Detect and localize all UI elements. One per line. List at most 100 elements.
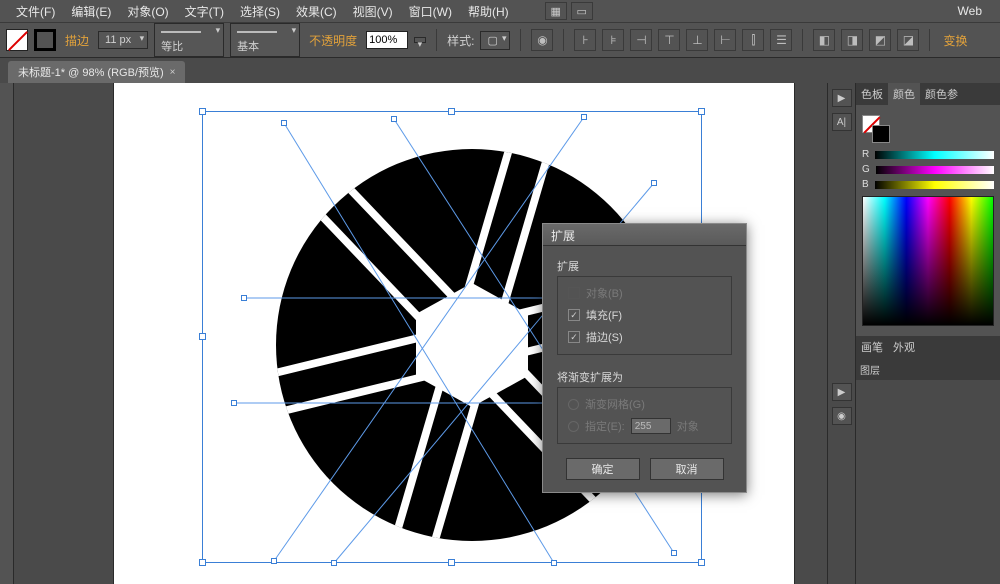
- stroke-width-dropdown[interactable]: 11 px: [98, 31, 148, 49]
- pathfinder-icon[interactable]: ◪: [897, 29, 919, 51]
- menu-bar: 文件(F) 编辑(E) 对象(O) 文字(T) 选择(S) 效果(C) 视图(V…: [0, 0, 1000, 22]
- transform-label[interactable]: 变换: [943, 32, 967, 49]
- resize-handle[interactable]: [448, 108, 455, 115]
- fill-swatch[interactable]: [6, 29, 28, 51]
- panel-tab-layers[interactable]: 图层: [860, 362, 880, 377]
- doc-icon[interactable]: ▭: [571, 2, 593, 20]
- opacity-label[interactable]: 不透明度: [309, 32, 357, 49]
- play-icon[interactable]: ▶: [832, 89, 852, 107]
- stroke-swatch[interactable]: [34, 29, 56, 51]
- anchor-point[interactable]: [651, 180, 657, 186]
- menu-edit[interactable]: 编辑(E): [63, 1, 119, 22]
- radio-mesh: 渐变网格(G): [568, 393, 721, 415]
- align-top-icon[interactable]: ⊤: [658, 29, 680, 51]
- anchor-point[interactable]: [581, 114, 587, 120]
- stroke-label[interactable]: 描边: [65, 32, 89, 49]
- menu-effect[interactable]: 效果(C): [288, 1, 345, 22]
- g-slider[interactable]: [876, 166, 994, 174]
- target-icon[interactable]: ◉: [832, 407, 852, 425]
- anchor-point[interactable]: [331, 560, 337, 566]
- separator: [563, 29, 564, 51]
- layout-icon[interactable]: ▦: [545, 2, 567, 20]
- anchor-point[interactable]: [231, 400, 237, 406]
- opacity-dropdown[interactable]: [414, 37, 426, 43]
- ok-button[interactable]: 确定: [566, 458, 640, 480]
- menu-object[interactable]: 对象(O): [119, 1, 176, 22]
- align-bottom-icon[interactable]: ⊢: [714, 29, 736, 51]
- menu-window[interactable]: 窗口(W): [401, 1, 460, 22]
- checkbox-fill[interactable]: ✓ 填充(F): [568, 304, 721, 326]
- color-spectrum[interactable]: [862, 196, 994, 326]
- cancel-button[interactable]: 取消: [650, 458, 724, 480]
- align-right-icon[interactable]: ⊣: [630, 29, 652, 51]
- radio-icon: [568, 399, 579, 410]
- pathfinder-icon[interactable]: ◩: [869, 29, 891, 51]
- canvas-area[interactable]: 扩展 扩展 对象(B) ✓ 填充(F) ✓: [14, 83, 827, 584]
- panel-tab-appearance[interactable]: 外观: [888, 336, 920, 358]
- checkbox-icon: [568, 287, 580, 299]
- tool-strip[interactable]: [0, 83, 14, 584]
- resize-handle[interactable]: [698, 108, 705, 115]
- radio-specify: 指定(E): 对象: [568, 415, 721, 437]
- separator: [929, 29, 930, 51]
- fg-bg-swatch[interactable]: [862, 115, 890, 143]
- document-tab[interactable]: 未标题-1* @ 98% (RGB/预览) ×: [8, 61, 185, 83]
- resize-handle[interactable]: [199, 108, 206, 115]
- panel-tab-colorguide[interactable]: 颜色参: [920, 83, 963, 105]
- menu-text[interactable]: 文字(T): [177, 1, 232, 22]
- align-vcenter-icon[interactable]: ⊥: [686, 29, 708, 51]
- resize-handle[interactable]: [199, 559, 206, 566]
- panel-tab-color[interactable]: 颜色: [888, 83, 920, 105]
- align-left-icon[interactable]: ⊦: [574, 29, 596, 51]
- pathfinder-icon[interactable]: ◨: [841, 29, 863, 51]
- separator: [520, 29, 521, 51]
- rgb-r-label: R: [862, 149, 869, 160]
- anchor-point[interactable]: [551, 560, 557, 566]
- anchor-point[interactable]: [281, 120, 287, 126]
- stroke-profile-dropdown[interactable]: 基本: [230, 23, 300, 57]
- anchor-point[interactable]: [241, 295, 247, 301]
- checkbox-icon: ✓: [568, 331, 580, 343]
- checkbox-icon: ✓: [568, 309, 580, 321]
- dist-v-icon[interactable]: ☰: [770, 29, 792, 51]
- menu-view[interactable]: 视图(V): [345, 1, 401, 22]
- panel-strip: ▶ A| ▶ ◉: [827, 83, 855, 584]
- workspace-label[interactable]: Web: [950, 2, 990, 20]
- panel-tab-brushes[interactable]: 画笔: [856, 336, 888, 358]
- panel-tab-swatches[interactable]: 色板: [856, 83, 888, 105]
- expand-dialog: 扩展 扩展 对象(B) ✓ 填充(F) ✓: [542, 223, 747, 493]
- radio-icon: [568, 421, 579, 432]
- recolor-icon[interactable]: ◉: [531, 29, 553, 51]
- resize-handle[interactable]: [698, 559, 705, 566]
- dist-h-icon[interactable]: ⫿: [742, 29, 764, 51]
- style-label: 样式:: [447, 32, 474, 49]
- pathfinder-icon[interactable]: ◧: [813, 29, 835, 51]
- resize-handle[interactable]: [199, 333, 206, 340]
- specify-input[interactable]: [631, 418, 671, 434]
- close-tab-icon[interactable]: ×: [170, 67, 176, 78]
- anchor-point[interactable]: [671, 550, 677, 556]
- stroke-dash-dropdown[interactable]: 等比: [154, 23, 224, 57]
- menu-select[interactable]: 选择(S): [232, 1, 288, 22]
- align-hcenter-icon[interactable]: ⊧: [602, 29, 624, 51]
- options-bar: 描边 11 px 等比 基本 不透明度 样式: ▢ ◉ ⊦ ⊧ ⊣ ⊤ ⊥ ⊢ …: [0, 22, 1000, 58]
- resize-handle[interactable]: [448, 559, 455, 566]
- layers-icon[interactable]: ▶: [832, 383, 852, 401]
- dialog-title[interactable]: 扩展: [543, 224, 746, 246]
- right-panels: 色板 颜色 颜色参 R G B 画笔 外观 图层: [855, 83, 1000, 584]
- document-tab-bar: 未标题-1* @ 98% (RGB/预览) ×: [0, 58, 1000, 83]
- r-slider[interactable]: [875, 151, 994, 159]
- style-dropdown[interactable]: ▢: [480, 31, 510, 50]
- menu-help[interactable]: 帮助(H): [460, 1, 517, 22]
- menu-file[interactable]: 文件(F): [8, 1, 63, 22]
- opacity-input[interactable]: [366, 31, 408, 49]
- anchor-point[interactable]: [391, 116, 397, 122]
- checkbox-object: 对象(B): [568, 282, 721, 304]
- rgb-b-label: B: [862, 179, 869, 190]
- separator: [802, 29, 803, 51]
- anchor-point[interactable]: [271, 558, 277, 564]
- b-slider[interactable]: [875, 181, 994, 189]
- char-icon[interactable]: A|: [832, 113, 852, 131]
- checkbox-stroke[interactable]: ✓ 描边(S): [568, 326, 721, 348]
- rgb-g-label: G: [862, 164, 870, 175]
